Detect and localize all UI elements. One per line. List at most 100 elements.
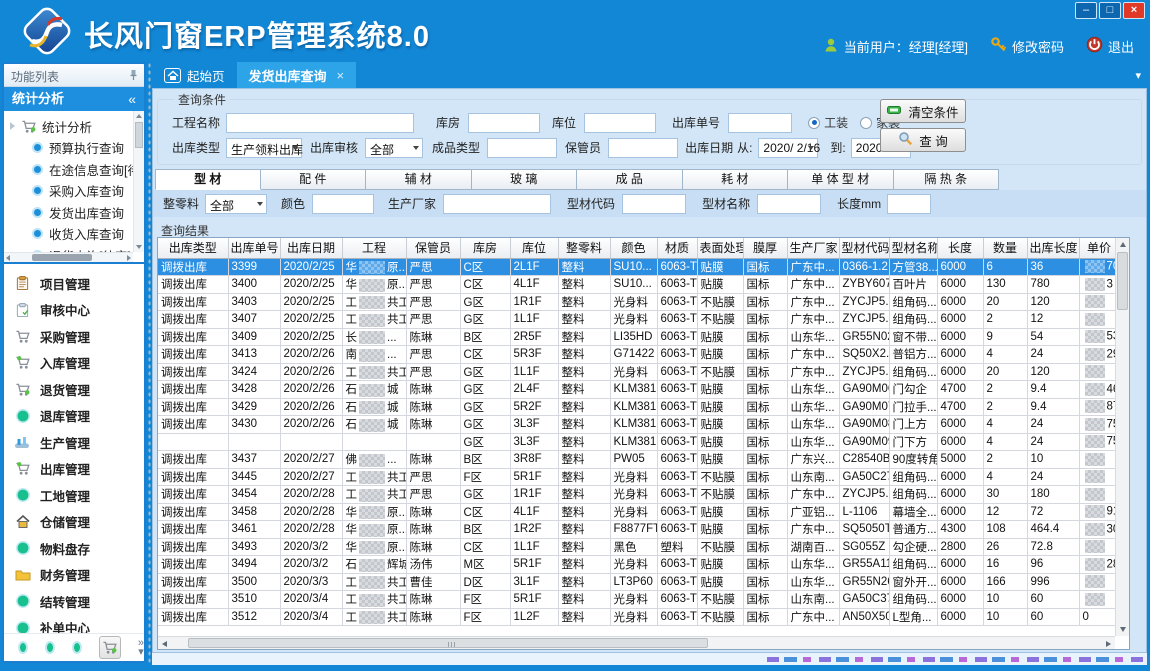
- table-row[interactable]: 调拨出库34002020/2/25华原...严思C区4L1F整料SU10...6…: [158, 276, 1130, 294]
- audit-select[interactable]: 全部: [365, 138, 423, 158]
- material-tab[interactable]: 耗 材: [683, 169, 789, 190]
- table-row[interactable]: 调拨出库34582020/2/28华原...陈琳C区4L1F整料光身料6063-…: [158, 503, 1130, 521]
- column-header[interactable]: 型材名称: [889, 238, 937, 258]
- table-row[interactable]: 调拨出库34092020/2/25长...陈琳B区2R5F整料LI35HD606…: [158, 328, 1130, 346]
- vertical-scrollbar[interactable]: [1115, 238, 1129, 636]
- column-header[interactable]: 生产厂家: [787, 238, 839, 258]
- sidebar-module-审核中心[interactable]: 审核中心: [4, 297, 144, 324]
- column-header[interactable]: 材质: [657, 238, 697, 258]
- sidebar-module-生产管理[interactable]: 生产管理: [4, 429, 144, 456]
- material-tab[interactable]: 配 件: [261, 169, 367, 190]
- length-input[interactable]: [887, 194, 931, 214]
- sidebar-module-财务管理[interactable]: 财务管理: [4, 562, 144, 589]
- logout-button[interactable]: 退出: [1086, 36, 1134, 56]
- column-header[interactable]: 出库长度: [1027, 238, 1079, 258]
- minimize-button[interactable]: –: [1075, 2, 1097, 19]
- cart-shortcut-button[interactable]: [99, 636, 121, 659]
- tree-item[interactable]: 预算执行查询: [10, 137, 142, 159]
- project-name-input[interactable]: [226, 113, 414, 133]
- color-input[interactable]: [312, 194, 374, 214]
- table-row[interactable]: 调拨出库34302020/2/26石城陈琳G区3L3F整料KLM38176063…: [158, 416, 1130, 434]
- stats-group-header[interactable]: 统计分析 «: [4, 87, 144, 111]
- search-button[interactable]: 查 询: [880, 128, 966, 152]
- sidebar-module-入库管理[interactable]: 入库管理: [4, 350, 144, 377]
- clear-conditions-button[interactable]: 清空条件: [880, 99, 966, 123]
- radio-gongzhuang[interactable]: 工装: [808, 114, 848, 131]
- column-header[interactable]: 数量: [983, 238, 1027, 258]
- material-tab[interactable]: 辅 材: [366, 169, 472, 190]
- tab-shipping-query[interactable]: 发货出库查询 ×: [237, 62, 357, 88]
- pin-icon[interactable]: [129, 69, 138, 84]
- column-header[interactable]: 工程: [342, 238, 406, 258]
- table-row[interactable]: 调拨出库34032020/2/25工共工程严思G区1R1F整料光身料6063-T…: [158, 293, 1130, 311]
- column-header[interactable]: 库位: [510, 238, 558, 258]
- table-row[interactable]: G区3L3F整料KLM38176063-T5贴膜国标山东华...GA90M09.…: [158, 433, 1130, 451]
- table-row[interactable]: 调拨出库35122020/3/4工共工程陈琳F区1L2F整料光身料6063-T5…: [158, 608, 1130, 626]
- tab-close-icon[interactable]: ×: [337, 68, 345, 83]
- column-header[interactable]: 膜厚: [743, 238, 787, 258]
- module-dot-icon[interactable]: [45, 641, 55, 654]
- warehouse-input[interactable]: [468, 113, 540, 133]
- keeper-input[interactable]: [608, 138, 678, 158]
- column-header[interactable]: 出库日期: [280, 238, 342, 258]
- tree-item[interactable]: 采购入库查询: [10, 180, 142, 202]
- tree-vertical-scrollbar[interactable]: [133, 111, 144, 252]
- material-tab[interactable]: 成 品: [577, 169, 683, 190]
- table-row[interactable]: 调拨出库35102020/3/4工共工程陈琳F区5R1F整料光身料6063-T5…: [158, 591, 1130, 609]
- expander-icon[interactable]: [10, 122, 15, 130]
- tree-item[interactable]: 在途信息查询[待: [10, 159, 142, 181]
- sidebar-module-工地管理[interactable]: 工地管理: [4, 482, 144, 509]
- collapse-icon[interactable]: «: [128, 87, 136, 111]
- table-row[interactable]: 调拨出库33992020/2/25华原...严思C区2L1F整料SU10...6…: [158, 258, 1130, 276]
- date-from-picker[interactable]: 2020/ 2/16: [758, 138, 818, 158]
- table-row[interactable]: 调拨出库34292020/2/26石城陈琳G区5R2F整料KLM38176063…: [158, 398, 1130, 416]
- column-header[interactable]: 颜色: [610, 238, 657, 258]
- manufacturer-input[interactable]: [443, 194, 551, 214]
- order-no-input[interactable]: [728, 113, 792, 133]
- vscroll-thumb[interactable]: [1117, 252, 1128, 310]
- tree-horizontal-scrollbar[interactable]: [4, 252, 133, 262]
- material-tab[interactable]: 玻 璃: [472, 169, 578, 190]
- table-row[interactable]: 调拨出库34942020/3/2石辉城汤伟M区5R1F整料光身料6063-T5贴…: [158, 556, 1130, 574]
- table-row[interactable]: 调拨出库34932020/3/2华原...陈琳C区1L1F整料黑色塑料不贴膜国标…: [158, 538, 1130, 556]
- close-button[interactable]: ×: [1123, 2, 1145, 19]
- material-tab[interactable]: 型 材: [155, 169, 261, 190]
- column-header[interactable]: 长度: [937, 238, 983, 258]
- column-header[interactable]: 单价: [1079, 238, 1119, 258]
- sidebar-module-项目管理[interactable]: 项目管理: [4, 270, 144, 297]
- sidebar-module-结转管理[interactable]: 结转管理: [4, 588, 144, 615]
- table-row[interactable]: 调拨出库34542020/2/28工共工程严思G区1R1F整料光身料6063-T…: [158, 486, 1130, 504]
- sidebar-module-采购管理[interactable]: 采购管理: [4, 323, 144, 350]
- sidebar-module-退货管理[interactable]: 退货管理: [4, 376, 144, 403]
- maximize-button[interactable]: □: [1099, 2, 1121, 19]
- module-dot-icon[interactable]: [72, 641, 82, 654]
- change-password-button[interactable]: 修改密码: [990, 36, 1064, 56]
- table-row[interactable]: 调拨出库34612020/2/28华原...陈琳B区1R2F整料F8877FT6…: [158, 521, 1130, 539]
- column-header[interactable]: 保管员: [406, 238, 460, 258]
- column-header[interactable]: 出库单号: [228, 238, 280, 258]
- hscroll-thumb[interactable]: [188, 638, 708, 648]
- material-tab[interactable]: 隔 热 条: [894, 169, 1000, 190]
- tab-overflow-icon[interactable]: ▾: [1135, 69, 1141, 82]
- tree-item[interactable]: 发货出库查询: [10, 202, 142, 224]
- table-row[interactable]: 调拨出库34242020/2/26工共工程严思G区1L1F整料光身料6063-T…: [158, 363, 1130, 381]
- material-tab[interactable]: 单 体 型 材: [788, 169, 894, 190]
- overflow-chevron[interactable]: »▾: [138, 639, 144, 657]
- sidebar-module-仓储管理[interactable]: 仓储管理: [4, 509, 144, 536]
- column-header[interactable]: 出库类型: [158, 238, 228, 258]
- tree-item[interactable]: 收货入库查询: [10, 223, 142, 245]
- column-header[interactable]: 型材代码: [839, 238, 889, 258]
- sidebar-module-退库管理[interactable]: 退库管理: [4, 403, 144, 430]
- table-row[interactable]: 调拨出库34452020/2/27工共工程严思F区5R1F整料光身料6063-T…: [158, 468, 1130, 486]
- out-type-select[interactable]: 生产领料出库: [226, 138, 302, 158]
- column-header[interactable]: 库房: [460, 238, 510, 258]
- table-row[interactable]: 调拨出库34372020/2/27佛...陈琳B区3R8F整料PW056063-…: [158, 451, 1130, 469]
- table-row[interactable]: 调拨出库34132020/2/26南...严思C区5R3F整料G71422606…: [158, 346, 1130, 364]
- column-header[interactable]: 整零料: [558, 238, 610, 258]
- location-input[interactable]: [584, 113, 656, 133]
- table-row[interactable]: 调拨出库35002020/3/3工共工程曹佳D区3L1F整料LT3P606063…: [158, 573, 1130, 591]
- column-header[interactable]: 表面处理: [697, 238, 743, 258]
- table-row[interactable]: 调拨出库34072020/2/25工共工程严思G区1L1F整料光身料6063-T…: [158, 311, 1130, 329]
- tree-root[interactable]: 统计分析: [10, 115, 142, 137]
- sidebar-module-物料盘存[interactable]: 物料盘存: [4, 535, 144, 562]
